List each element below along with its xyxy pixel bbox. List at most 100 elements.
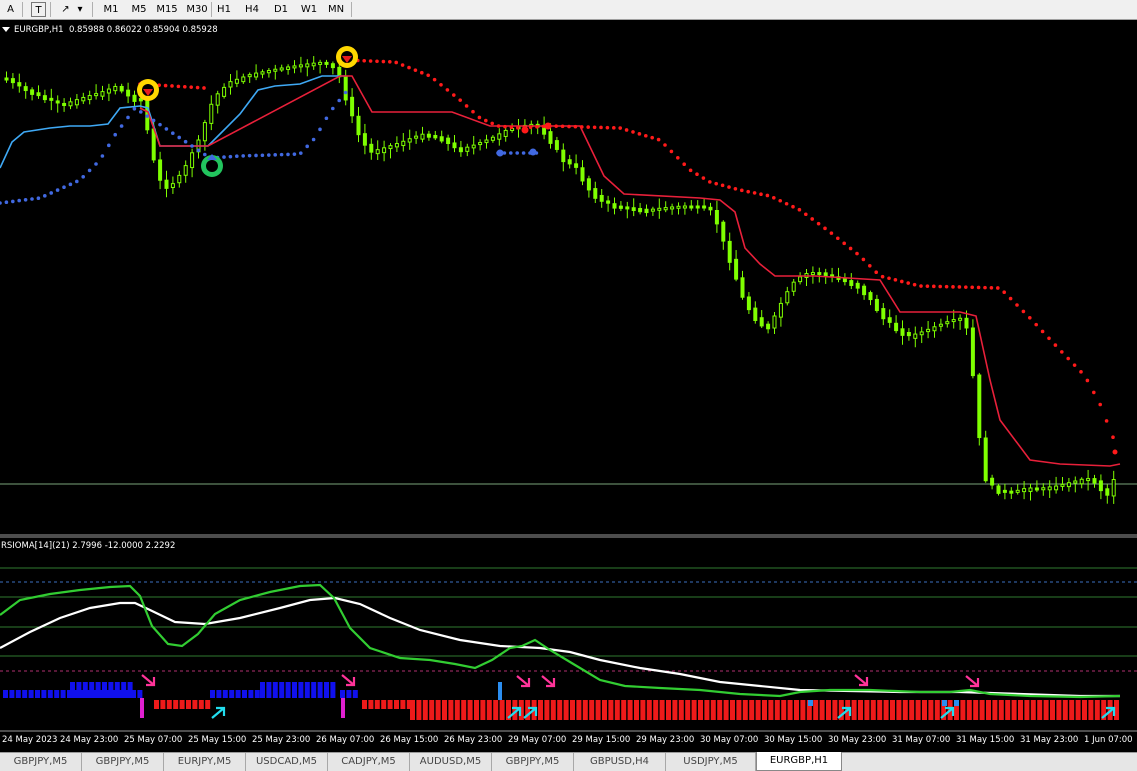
candle-body <box>234 78 239 84</box>
stop-dot-down <box>861 257 866 262</box>
histogram-bar-down <box>1005 700 1011 720</box>
timeframe-button-w1[interactable]: W1 <box>298 1 320 18</box>
candle-body <box>1111 479 1116 497</box>
histogram-bar-down <box>710 700 716 720</box>
timeframe-button-m30[interactable]: M30 <box>184 1 210 18</box>
toolbar-separator <box>50 2 51 17</box>
histogram-bar-down <box>538 700 543 720</box>
histogram-bar-up <box>47 690 53 698</box>
histogram-bar-up <box>285 682 291 698</box>
stop-line-down <box>139 75 1121 467</box>
candle-body <box>1060 483 1065 487</box>
candle-body <box>682 205 687 209</box>
stop-dot-down <box>490 121 495 126</box>
candle-body <box>106 88 111 94</box>
timeframe-button-m1[interactable]: M1 <box>99 1 123 18</box>
candle-body <box>964 317 969 329</box>
candle-body <box>356 115 361 136</box>
candle-body <box>292 65 297 69</box>
arrows-tool-icon[interactable]: ↗ <box>58 2 73 17</box>
candle-body <box>586 178 591 191</box>
candle-body <box>727 240 732 263</box>
stop-dot-down <box>740 188 744 193</box>
candle-body <box>151 128 156 161</box>
stop-dot-down <box>855 251 859 256</box>
candle-body <box>330 63 335 69</box>
candle-body <box>913 333 918 339</box>
histogram-bar-up <box>95 682 101 698</box>
chart-tab-usdcad-m5[interactable]: USDCAD,M5 <box>246 753 328 771</box>
candle-body <box>554 140 559 150</box>
histogram-bar-down <box>736 700 742 720</box>
histogram-bar-down <box>858 700 863 720</box>
chart-toolbar: A T ↗ ▾ M1 M5 M15 M30 H1 H4 D1 W1 MN <box>0 0 1137 20</box>
candle-body <box>23 86 28 92</box>
timeframe-button-mn[interactable]: MN <box>325 1 347 18</box>
text-tool-icon[interactable]: A <box>3 2 18 17</box>
stop-dot-down <box>944 284 949 289</box>
stop-dot-down <box>1034 322 1038 327</box>
candle-body <box>695 205 700 209</box>
stop-dot-up <box>267 153 271 157</box>
time-axis-label: 29 May 23:00 <box>636 735 695 745</box>
chart-tab-gbpjpy-m5[interactable]: GBPJPY,M5 <box>0 753 82 771</box>
timeframe-button-h4[interactable]: H4 <box>241 1 263 18</box>
candle-body <box>228 81 233 88</box>
chart-tab-audusd-m5[interactable]: AUDUSD,M5 <box>410 753 492 771</box>
timeframe-button-m5[interactable]: M5 <box>128 1 150 18</box>
stop-dot-down <box>688 168 693 173</box>
histogram-bar-down <box>653 700 659 720</box>
histogram-bar-down <box>787 700 793 720</box>
stop-dot-down <box>836 236 840 241</box>
stop-dot-up <box>286 152 290 157</box>
chart-tab-gbpjpy-m5[interactable]: GBPJPY,M5 <box>82 753 164 771</box>
histogram-bar-up <box>76 682 82 698</box>
stop-dot-down <box>912 282 917 287</box>
candle-body <box>87 95 92 101</box>
candle-body <box>548 131 553 144</box>
histogram-bar-down <box>589 700 595 720</box>
chart-tab-usdjpy-m5[interactable]: USDJPY,M5 <box>666 753 756 771</box>
signal-line <box>0 596 1120 698</box>
stop-dot-down <box>509 125 514 130</box>
candle-body <box>1022 488 1027 493</box>
stop-dot-up <box>49 191 53 195</box>
histogram-bar-down <box>198 700 204 709</box>
stop-dot-up <box>126 115 130 120</box>
chart-tab-gbpusd-h4[interactable]: GBPUSD,H4 <box>574 753 666 771</box>
chart-tab-gbpjpy-m5[interactable]: GBPJPY,M5 <box>492 753 574 771</box>
timeframe-button-m15[interactable]: M15 <box>153 1 181 18</box>
stop-dot-up <box>222 155 226 159</box>
candle-body <box>74 99 79 106</box>
candle-body <box>734 258 739 280</box>
histogram-bar-down <box>986 700 991 720</box>
histogram-marker <box>341 698 345 718</box>
chart-tab-eurjpy-m5[interactable]: EURJPY,M5 <box>164 753 246 771</box>
histogram-bar-down <box>467 700 473 720</box>
stop-dot-up <box>241 154 245 158</box>
candle-body <box>247 74 252 78</box>
chart-menu-caret-icon[interactable] <box>2 27 10 32</box>
chart-tab-cadjpy-m5[interactable]: CADJPY,M5 <box>328 753 410 771</box>
timeframe-button-d1[interactable]: D1 <box>270 1 292 18</box>
chart-area[interactable] <box>0 20 1137 752</box>
candle-body <box>625 206 630 210</box>
chart-tab-eurgbp-h1[interactable]: EURGBP,H1 <box>756 752 842 771</box>
stop-dot-up <box>331 106 335 111</box>
stop-dot-up <box>100 154 105 158</box>
candle-body <box>759 317 764 327</box>
candle-body <box>746 296 751 311</box>
stop-dot-down <box>521 126 529 134</box>
timeframe-button-h1[interactable]: H1 <box>213 1 235 18</box>
arrows-dropdown-icon[interactable]: ▾ <box>76 2 84 17</box>
candle-body <box>375 149 380 155</box>
stop-dot-down <box>816 221 821 226</box>
text-label-icon[interactable]: T <box>31 2 46 17</box>
candle-body <box>785 291 790 304</box>
histogram-bar-down <box>448 700 454 720</box>
histogram-bar-up <box>248 690 254 698</box>
histogram-bar-up <box>54 690 60 698</box>
candle-body <box>894 322 899 332</box>
candle-body <box>407 138 412 143</box>
candle-body <box>113 85 118 92</box>
